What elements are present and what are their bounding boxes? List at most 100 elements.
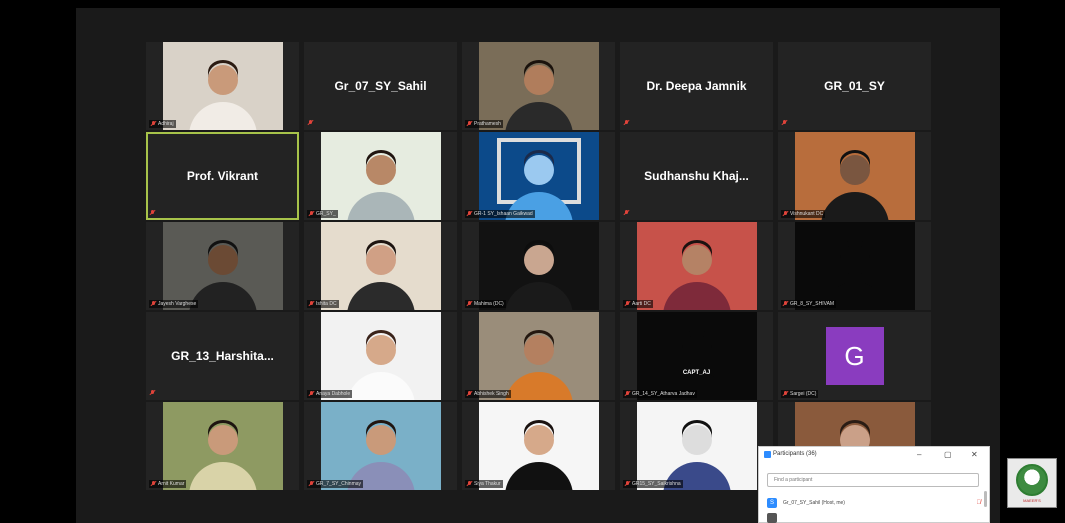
- person-head: [839, 245, 870, 275]
- participant-name-text: GR15_SY_Saikrishna: [632, 481, 681, 487]
- muted-mic-icon: [151, 481, 156, 487]
- person-head: [681, 335, 712, 365]
- muted-mic-icon: [467, 481, 472, 487]
- participant-tile[interactable]: Aarti DC: [620, 222, 773, 310]
- participant-video: [636, 222, 757, 310]
- participant-name-text: GR_14_SY_Atharva Jadhav: [632, 391, 695, 397]
- participant-tile[interactable]: GR15_SY_Saikrishna: [620, 402, 773, 490]
- participant-tile[interactable]: GR_13_Harshita...: [146, 312, 299, 400]
- muted-mic-icon: [150, 210, 155, 216]
- participant-display-name: Sudhanshu Khaj...: [644, 169, 749, 183]
- person-head: [365, 155, 396, 185]
- participant-tile[interactable]: Sudhanshu Khaj...: [620, 132, 773, 220]
- muted-mic-icon: [467, 301, 472, 307]
- participant-avatar: S: [767, 497, 777, 508]
- participant-tile[interactable]: GR_7_SY_Chinmay: [304, 402, 457, 490]
- participant-name-label: GR_7_SY_Chinmay: [307, 480, 364, 488]
- muted-mic-icon[interactable]: 🎙̸: [977, 500, 982, 506]
- person-head: [365, 425, 396, 455]
- participant-video: [320, 312, 441, 400]
- participant-row[interactable]: [767, 511, 981, 523]
- participant-name-label: Abhishek Singh: [465, 390, 511, 398]
- logo-text: MAEER'S: [1023, 497, 1041, 503]
- participant-tile[interactable]: CAPT_AJ GR_14_SY_Atharva Jadhav: [620, 312, 773, 400]
- person-head: [523, 155, 554, 185]
- participant-tile[interactable]: Gr_07_SY_Sahil: [304, 42, 457, 130]
- participant-video: [162, 42, 283, 130]
- participant-tile[interactable]: Vishnukant DC: [778, 132, 931, 220]
- participants-panel[interactable]: Participants (36) – ▢ ✕ Find a participa…: [758, 446, 990, 523]
- muted-mic-icon: [625, 301, 630, 307]
- person-head: [523, 335, 554, 365]
- panel-scrollbar[interactable]: [984, 491, 987, 507]
- participant-name-text: GR_7_SY_Chinmay: [316, 481, 362, 487]
- participant-tile[interactable]: G Sargei (DC): [778, 312, 931, 400]
- participant-tile[interactable]: Siya Thakur: [462, 402, 615, 490]
- participant-name-text: Aarti DC: [632, 301, 651, 307]
- participant-tile[interactable]: Jayesh Varghese: [146, 222, 299, 310]
- participant-tile[interactable]: Adhiraj: [146, 42, 299, 130]
- participant-display-name: GR_13_Harshita...: [171, 349, 274, 363]
- participant-video: [794, 132, 915, 220]
- participant-name-text: Anaya Dabhole: [316, 391, 351, 397]
- muted-mic-icon: [308, 120, 313, 126]
- participant-name-label: GR_SY_: [307, 210, 338, 218]
- participant-video: [636, 312, 757, 400]
- participant-tile[interactable]: GR-1 SY_Ishaan Gaikwad: [462, 132, 615, 220]
- participant-tile[interactable]: GR_SY_: [304, 132, 457, 220]
- muted-mic-icon: [309, 211, 314, 217]
- participant-avatar: [767, 512, 777, 523]
- muted-mic-icon: [150, 390, 155, 396]
- participant-name-label: Arnit Kumar: [149, 480, 187, 488]
- participant-tile[interactable]: Mahima (DC): [462, 222, 615, 310]
- institution-logo: MAEER'S: [1007, 458, 1057, 508]
- participant-name-label: Anaya Dabhole: [307, 390, 353, 398]
- person-head: [207, 245, 238, 275]
- participant-name-label: Aarti DC: [623, 300, 653, 308]
- participant-search-input[interactable]: Find a participant: [767, 473, 979, 487]
- participant-name-text: Mahima (DC): [474, 301, 504, 307]
- zoom-app-icon: [764, 451, 771, 458]
- participant-name-label: GR15_SY_Saikrishna: [623, 480, 683, 488]
- participant-video: [478, 222, 599, 310]
- muted-mic-icon: [467, 391, 472, 397]
- participant-video: [478, 42, 599, 130]
- participant-video: [320, 222, 441, 310]
- muted-mic-icon: [783, 211, 788, 217]
- institution-emblem: [1016, 463, 1048, 496]
- participant-tile[interactable]: Arnit Kumar: [146, 402, 299, 490]
- participant-name-label: GR_8_SY_SHIVAM: [781, 300, 837, 308]
- participant-tile[interactable]: Ishita DC: [304, 222, 457, 310]
- close-icon[interactable]: ✕: [971, 450, 978, 459]
- person-head: [523, 245, 554, 275]
- person-head: [207, 425, 238, 455]
- participant-name-text: Ishita DC: [316, 301, 337, 307]
- muted-mic-icon: [624, 120, 629, 126]
- video-caption: CAPT_AJ: [682, 370, 711, 376]
- participant-video: [162, 402, 283, 490]
- person-head: [207, 65, 238, 95]
- participant-display-name: Gr_07_SY_Sahil: [334, 79, 427, 93]
- participant-tile[interactable]: Dr. Deepa Jamnik: [620, 42, 773, 130]
- person-head: [681, 425, 712, 455]
- participant-tile[interactable]: Abhishek Singh: [462, 312, 615, 400]
- participants-panel-title: Participants (36): [773, 451, 817, 457]
- right-sidebar: [1000, 0, 1065, 523]
- participant-row[interactable]: S Gr_07_SY_Sahil (Host, me) 🎙̸: [767, 496, 981, 509]
- muted-mic-icon: [782, 120, 787, 126]
- participant-tile[interactable]: Prathamesh: [462, 42, 615, 130]
- participant-name-label: Mahima (DC): [465, 300, 506, 308]
- participant-tile[interactable]: Anaya Dabhole: [304, 312, 457, 400]
- participant-video: [478, 132, 599, 220]
- muted-mic-icon: [309, 301, 314, 307]
- restore-icon[interactable]: ▢: [944, 450, 952, 459]
- participant-video: [320, 132, 441, 220]
- muted-mic-icon: [151, 121, 156, 127]
- minimize-icon[interactable]: –: [917, 450, 921, 459]
- participant-name-text: Sargei (DC): [790, 391, 817, 397]
- participant-tile[interactable]: GR_01_SY: [778, 42, 931, 130]
- participant-tile[interactable]: Prof. Vikrant: [146, 132, 299, 220]
- participant-display-name: Dr. Deepa Jamnik: [646, 79, 747, 93]
- participant-tile[interactable]: GR_8_SY_SHIVAM: [778, 222, 931, 310]
- participant-name-text: Vishnukant DC: [790, 211, 824, 217]
